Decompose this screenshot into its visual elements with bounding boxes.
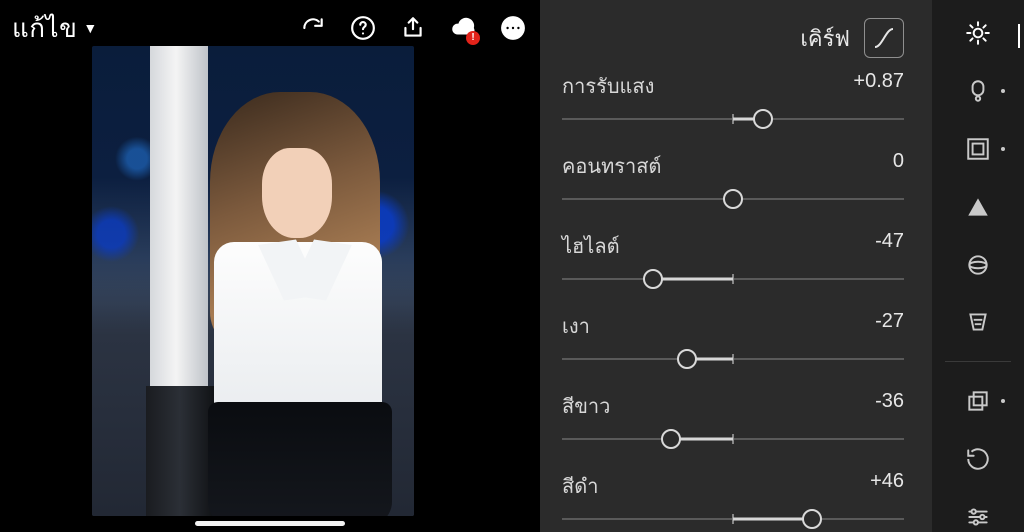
tool-geometry[interactable] <box>961 308 995 338</box>
photo-content <box>92 46 414 516</box>
slider-track[interactable] <box>562 346 904 372</box>
cloud-sync-icon[interactable]: ! <box>448 13 478 43</box>
tool-sidebar <box>932 0 1024 532</box>
panel-header: เคิร์ฟ <box>562 14 904 62</box>
slider-knob[interactable] <box>643 269 663 289</box>
home-indicator[interactable] <box>195 521 345 526</box>
photo-preview[interactable] <box>92 46 414 516</box>
slider-3: เงา -27 <box>562 310 904 372</box>
slider-value: -47 <box>875 230 904 262</box>
tool-adjustments[interactable] <box>961 502 995 532</box>
tone-curve-button[interactable] <box>864 18 904 58</box>
tool-optics[interactable] <box>961 250 995 280</box>
app-root: แก้ไข ▼ ! <box>0 0 1024 532</box>
slider-value: +46 <box>870 470 904 502</box>
edit-panel: เคิร์ฟ การรับแสง +0.87 คอนทราสต์ 0 ไฮไลต์ -47… <box>540 0 932 532</box>
slider-label: คอนทราสต์ <box>562 150 661 182</box>
slider-knob[interactable] <box>661 429 681 449</box>
slider-1: คอนทราสต์ 0 <box>562 150 904 212</box>
slider-label: สีขาว <box>562 390 610 422</box>
slider-knob[interactable] <box>802 509 822 529</box>
active-tool-marker <box>1018 24 1020 48</box>
cloud-alert-badge: ! <box>466 31 480 45</box>
panel-title: เคิร์ฟ <box>800 21 850 56</box>
tool-detail[interactable] <box>961 192 995 222</box>
slider-5: สีดำ +46 <box>562 470 904 532</box>
redo-icon[interactable] <box>298 13 328 43</box>
slider-track[interactable] <box>562 266 904 292</box>
more-icon[interactable] <box>498 13 528 43</box>
mode-dropdown[interactable]: แก้ไข ▼ <box>12 8 98 49</box>
tool-indicator-dot <box>1001 147 1005 151</box>
slider-label: ไฮไลต์ <box>562 230 620 262</box>
slider-knob[interactable] <box>677 349 697 369</box>
slider-list: การรับแสง +0.87 คอนทราสต์ 0 ไฮไลต์ -47 เงา -27 ส… <box>562 70 904 532</box>
slider-4: สีขาว -36 <box>562 390 904 452</box>
slider-0: การรับแสง +0.87 <box>562 70 904 132</box>
tool-indicator-dot <box>1001 399 1005 403</box>
tool-light[interactable] <box>961 18 995 48</box>
tool-color[interactable] <box>961 76 995 106</box>
slider-knob[interactable] <box>753 109 773 129</box>
slider-track[interactable] <box>562 506 904 532</box>
slider-label: การรับแสง <box>562 70 654 102</box>
sidebar-separator <box>945 361 1011 362</box>
top-icons: ! <box>298 13 528 43</box>
slider-label: เงา <box>562 310 590 342</box>
chevron-down-icon: ▼ <box>83 20 97 36</box>
slider-label: สีดำ <box>562 470 598 502</box>
tool-indicator-dot <box>1001 89 1005 93</box>
tool-presets[interactable] <box>961 386 995 416</box>
slider-value: -27 <box>875 310 904 342</box>
slider-track[interactable] <box>562 186 904 212</box>
share-icon[interactable] <box>398 13 428 43</box>
help-icon[interactable] <box>348 13 378 43</box>
slider-2: ไฮไลต์ -47 <box>562 230 904 292</box>
slider-track[interactable] <box>562 426 904 452</box>
slider-track[interactable] <box>562 106 904 132</box>
canvas-area: แก้ไข ▼ ! <box>0 0 540 532</box>
slider-knob[interactable] <box>723 189 743 209</box>
slider-value: +0.87 <box>853 70 904 102</box>
mode-label-text: แก้ไข <box>12 8 77 49</box>
tool-effects[interactable] <box>961 134 995 164</box>
tool-versions[interactable] <box>961 444 995 474</box>
slider-value: 0 <box>893 150 904 182</box>
slider-value: -36 <box>875 390 904 422</box>
